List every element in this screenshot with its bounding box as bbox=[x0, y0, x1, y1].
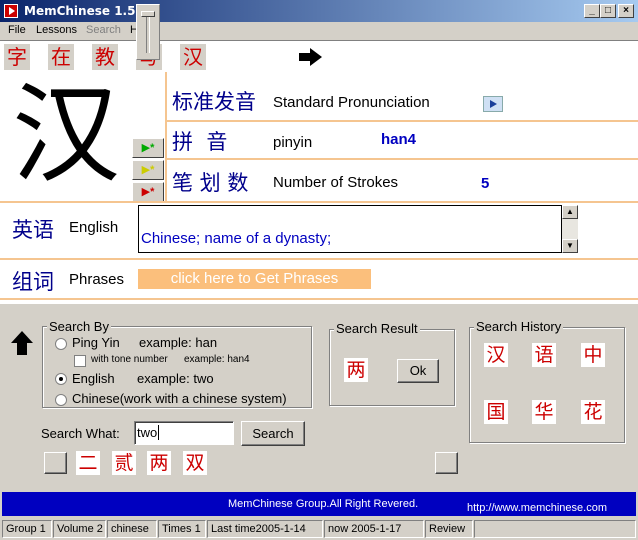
phrases-label: Phrases bbox=[69, 271, 125, 288]
english-meaning-box[interactable]: Chinese; name of a dynasty; bbox=[138, 205, 562, 253]
prev-results-button[interactable] bbox=[44, 452, 67, 474]
search-result-char[interactable]: 两 bbox=[344, 358, 368, 382]
search-history-title: Search History bbox=[474, 319, 564, 334]
tone-number-checkbox[interactable] bbox=[74, 355, 86, 367]
status-empty bbox=[474, 520, 636, 538]
speaker-play-icon[interactable] bbox=[483, 96, 503, 112]
history-char[interactable]: 国 bbox=[484, 400, 508, 424]
strokes-value: 5 bbox=[481, 175, 490, 192]
meaning-scrollbar[interactable]: ▲ ▼ bbox=[562, 205, 578, 253]
status-bar: Group 1 Volume 2 chinese Times 1 Last ti… bbox=[0, 518, 638, 540]
menu-bar: File Lessons Search Help bbox=[0, 22, 638, 40]
english-cn: 英语 bbox=[12, 218, 54, 242]
menu-search[interactable]: Search bbox=[86, 24, 121, 36]
up-arrow-icon[interactable] bbox=[10, 330, 34, 356]
app-icon[interactable] bbox=[4, 4, 18, 18]
search-input[interactable]: two bbox=[134, 421, 234, 445]
english-example: example: two bbox=[137, 371, 214, 386]
divider bbox=[0, 201, 638, 203]
pingyin-example: example: han bbox=[139, 335, 218, 350]
slider-track bbox=[146, 11, 150, 53]
divider bbox=[0, 298, 638, 300]
status-review: Review bbox=[425, 520, 473, 538]
volume-slider[interactable] bbox=[136, 4, 160, 60]
play-yellow-button[interactable]: ▶* bbox=[132, 160, 164, 180]
result-char[interactable]: 二 bbox=[76, 451, 100, 475]
english-label: English bbox=[69, 219, 119, 236]
recent-char[interactable]: 字 bbox=[4, 44, 30, 70]
maximize-button[interactable]: □ bbox=[600, 4, 616, 18]
radio-english[interactable] bbox=[55, 373, 67, 385]
phrases-cn: 组词 bbox=[12, 270, 54, 294]
history-char[interactable]: 花 bbox=[581, 400, 605, 424]
copyright-text: MemChinese Group.All Right Revered. bbox=[228, 498, 419, 510]
scroll-up-icon[interactable]: ▲ bbox=[562, 205, 578, 219]
pinyin-label: pinyin bbox=[273, 134, 313, 151]
radio-pingyin-label[interactable]: Ping Yin bbox=[72, 335, 120, 350]
status-language: chinese bbox=[107, 520, 157, 538]
result-char[interactable]: 两 bbox=[147, 451, 171, 475]
window-title: MemChinese 1.5 bbox=[24, 4, 136, 18]
play-red-button[interactable]: ▶* bbox=[132, 182, 164, 202]
main-character: 汉 bbox=[11, 73, 120, 198]
status-times: Times 1 bbox=[158, 520, 206, 538]
search-input-value: two bbox=[137, 425, 158, 440]
standard-pronunciation-label: Standard Pronunciation bbox=[273, 94, 430, 111]
status-group: Group 1 bbox=[2, 520, 52, 538]
tone-number-label[interactable]: with tone number bbox=[91, 354, 168, 365]
result-char[interactable]: 贰 bbox=[112, 451, 136, 475]
search-what-label: Search What: bbox=[41, 426, 120, 441]
minimize-button[interactable]: _ bbox=[584, 4, 600, 18]
history-char[interactable]: 中 bbox=[581, 343, 605, 367]
pinyin-cn: 拼 音 bbox=[172, 130, 228, 154]
radio-pingyin[interactable] bbox=[55, 338, 67, 350]
website-link[interactable]: http://www.memchinese.com bbox=[467, 502, 607, 514]
recent-char[interactable]: 在 bbox=[48, 44, 74, 70]
get-phrases-button[interactable]: click here to Get Phrases bbox=[138, 269, 371, 289]
scroll-down-icon[interactable]: ▼ bbox=[562, 239, 578, 253]
recent-char[interactable]: 教 bbox=[92, 44, 118, 70]
radio-chinese-label[interactable]: Chinese(work with a chinese system) bbox=[72, 391, 287, 406]
result-char[interactable]: 双 bbox=[183, 451, 207, 475]
play-green-button[interactable]: ▶* bbox=[132, 138, 164, 158]
ok-button[interactable]: Ok bbox=[397, 359, 439, 383]
divider bbox=[166, 120, 638, 122]
history-char[interactable]: 汉 bbox=[484, 343, 508, 367]
status-last-time: Last time2005-1-14 bbox=[207, 520, 323, 538]
standard-pronunciation-cn: 标准发音 bbox=[172, 90, 256, 114]
next-arrow-icon[interactable] bbox=[298, 46, 324, 68]
next-results-button[interactable] bbox=[435, 452, 458, 474]
radio-chinese[interactable] bbox=[55, 394, 67, 406]
slider-thumb[interactable] bbox=[141, 11, 155, 17]
english-meaning: Chinese; name of a dynasty; bbox=[141, 230, 332, 247]
history-char[interactable]: 华 bbox=[532, 400, 556, 424]
strokes-cn: 笔 划 数 bbox=[172, 171, 249, 195]
divider bbox=[166, 158, 638, 160]
radio-english-label[interactable]: English bbox=[72, 371, 115, 386]
status-volume: Volume 2 bbox=[53, 520, 106, 538]
search-by-title: Search By bbox=[47, 319, 111, 334]
title-bar[interactable]: MemChinese 1.5 _ □ × bbox=[0, 0, 638, 22]
strokes-label: Number of Strokes bbox=[273, 174, 399, 191]
recent-char[interactable]: 汉 bbox=[180, 44, 206, 70]
history-char[interactable]: 语 bbox=[532, 343, 556, 367]
divider bbox=[0, 258, 638, 260]
divider bbox=[165, 72, 167, 202]
menu-lessons[interactable]: Lessons bbox=[36, 24, 77, 36]
search-button[interactable]: Search bbox=[241, 421, 305, 446]
menu-file[interactable]: File bbox=[8, 24, 26, 36]
close-button[interactable]: × bbox=[618, 4, 634, 18]
footer-bar: MemChinese Group.All Right Revered. http… bbox=[2, 492, 636, 516]
tone-number-example: example: han4 bbox=[184, 354, 250, 365]
pinyin-value: han4 bbox=[381, 131, 417, 148]
status-now: now 2005-1-17 bbox=[324, 520, 424, 538]
search-result-title: Search Result bbox=[334, 321, 420, 336]
